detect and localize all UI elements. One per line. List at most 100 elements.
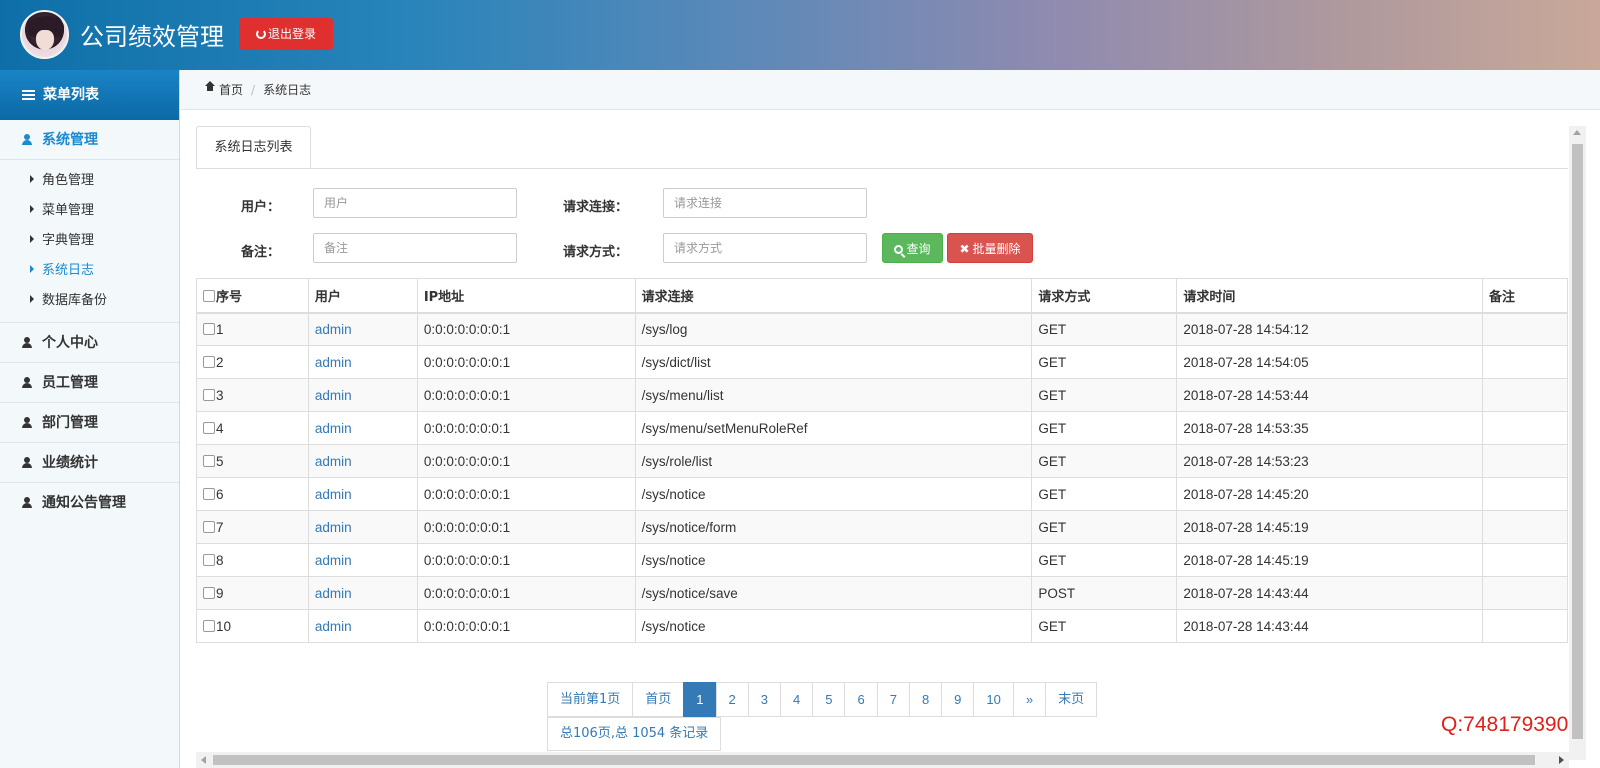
cell-method: GET	[1031, 510, 1178, 544]
method-filter-input[interactable]	[663, 233, 867, 263]
scroll-left-arrow-icon[interactable]	[201, 756, 206, 764]
cell-no: 10	[196, 609, 309, 643]
pagination-page-4[interactable]: 4	[780, 682, 814, 717]
query-label: 查询	[906, 242, 931, 256]
user-link[interactable]: admin	[315, 487, 352, 502]
pagination-next[interactable]: »	[1012, 682, 1047, 717]
sidebar-item-roles[interactable]: 角色管理	[0, 166, 179, 196]
sidebar-group-personal[interactable]: 个人中心	[0, 323, 179, 363]
select-all-checkbox[interactable]	[203, 289, 215, 302]
cell-no: 6	[196, 477, 309, 511]
row-checkbox[interactable]	[203, 454, 215, 467]
cell-url: /sys/notice	[634, 477, 1033, 511]
cell-no: 9	[196, 576, 309, 610]
sidebar-item-label: 角色管理	[42, 173, 95, 188]
caret-right-icon	[30, 175, 34, 183]
table-row: 3 admin 0:0:0:0:0:0:0:1/sys/menu/list GET 20…	[196, 378, 1568, 412]
scroll-right-arrow-icon[interactable]	[1559, 756, 1564, 764]
pagination-page-7[interactable]: 7	[876, 682, 910, 717]
cell-ip: 0:0:0:0:0:0:0:1	[416, 510, 636, 544]
sidebar-item-label: 系统日志	[42, 263, 95, 278]
user-link[interactable]: admin	[315, 520, 352, 535]
user-link[interactable]: admin	[315, 586, 352, 601]
user-link[interactable]: admin	[315, 421, 352, 436]
cell-no: 3	[196, 378, 309, 412]
sidebar-group-system[interactable]: 系统管理	[0, 120, 179, 160]
sidebar-group-label: 个人中心	[42, 335, 98, 351]
cell-url: /sys/log	[634, 312, 1033, 346]
row-checkbox[interactable]	[203, 355, 215, 368]
pagination-page-9[interactable]: 9	[941, 682, 975, 717]
pagination-page-5[interactable]: 5	[812, 682, 846, 717]
caret-right-icon	[30, 205, 34, 213]
cell-ip: 0:0:0:0:0:0:0:1	[416, 411, 636, 445]
cell-time: 2018-07-28 14:45:19	[1176, 543, 1484, 577]
scroll-up-arrow-icon[interactable]	[1573, 130, 1581, 135]
tab-syslog-list[interactable]: 系统日志列表	[196, 126, 311, 169]
row-checkbox[interactable]	[203, 388, 215, 401]
logout-button[interactable]: 退出登录	[239, 18, 333, 50]
row-number: 6	[216, 486, 224, 502]
pagination-page-1[interactable]: 1	[683, 682, 717, 717]
user-link[interactable]: admin	[315, 619, 352, 634]
user-link[interactable]: admin	[315, 322, 352, 337]
user-link[interactable]: admin	[315, 553, 352, 568]
user-icon	[22, 457, 32, 468]
user-link[interactable]: admin	[315, 355, 352, 370]
cell-remark	[1482, 609, 1568, 643]
caret-right-icon	[30, 295, 34, 303]
column-header-remark: 备注	[1482, 278, 1568, 314]
user-link[interactable]: admin	[315, 454, 352, 469]
top-header: 公司绩效管理 退出登录	[0, 0, 1600, 70]
row-checkbox[interactable]	[203, 619, 215, 632]
sidebar-group-notices[interactable]: 通知公告管理	[0, 483, 179, 523]
row-checkbox[interactable]	[203, 553, 215, 566]
sidebar-group-departments[interactable]: 部门管理	[0, 403, 179, 443]
cell-time: 2018-07-28 14:43:44	[1176, 609, 1484, 643]
sidebar-group-label: 员工管理	[42, 375, 98, 391]
sidebar-item-dict[interactable]: 字典管理	[0, 226, 179, 256]
pagination-page-2[interactable]: 2	[715, 682, 749, 717]
cell-method: GET	[1031, 312, 1178, 346]
table-row: 5 admin 0:0:0:0:0:0:0:1/sys/role/list GET 20…	[196, 444, 1568, 478]
row-checkbox[interactable]	[203, 487, 215, 500]
query-button[interactable]: 查询	[882, 233, 943, 263]
power-icon	[255, 29, 266, 39]
cell-time: 2018-07-28 14:53:35	[1176, 411, 1484, 445]
vertical-scroll-thumb[interactable]	[1572, 144, 1583, 739]
row-number: 4	[216, 420, 224, 436]
row-checkbox[interactable]	[203, 322, 215, 335]
sidebar-item-db-backup[interactable]: 数据库备份	[0, 286, 179, 316]
pagination-page-3[interactable]: 3	[747, 682, 781, 717]
sidebar-group-employees[interactable]: 员工管理	[0, 363, 179, 403]
cell-no: 5	[196, 444, 309, 478]
sidebar-item-menus[interactable]: 菜单管理	[0, 196, 179, 226]
cell-method: GET	[1031, 378, 1178, 412]
sidebar-item-syslog[interactable]: 系统日志	[0, 256, 179, 286]
url-filter-input[interactable]	[663, 188, 867, 218]
sidebar-group-performance[interactable]: 业绩统计	[0, 443, 179, 483]
pagination-first[interactable]: 首页	[632, 682, 685, 717]
cell-method: GET	[1031, 411, 1178, 445]
pagination-page-6[interactable]: 6	[844, 682, 878, 717]
horizontal-scrollbar[interactable]	[196, 752, 1569, 768]
breadcrumb-home[interactable]: 首页	[219, 83, 243, 97]
cell-method: GET	[1031, 543, 1178, 577]
pagination-page-10[interactable]: 10	[973, 682, 1014, 717]
cell-method: GET	[1031, 609, 1178, 643]
row-checkbox[interactable]	[203, 421, 215, 434]
row-checkbox[interactable]	[203, 586, 215, 599]
user-link[interactable]: admin	[315, 388, 352, 403]
remark-filter-input[interactable]	[313, 233, 517, 263]
cell-user: admin	[307, 609, 418, 643]
cell-remark	[1482, 510, 1568, 544]
row-checkbox[interactable]	[203, 520, 215, 533]
user-filter-input[interactable]	[313, 188, 517, 218]
cell-no: 4	[196, 411, 309, 445]
pagination-page-8[interactable]: 8	[908, 682, 943, 717]
cell-user: admin	[307, 510, 418, 544]
pagination-last[interactable]: 末页	[1045, 682, 1098, 717]
horizontal-scroll-thumb[interactable]	[213, 755, 1535, 765]
vertical-scrollbar[interactable]	[1569, 126, 1586, 760]
batch-delete-button[interactable]: ✖ 批量删除	[947, 233, 1033, 263]
